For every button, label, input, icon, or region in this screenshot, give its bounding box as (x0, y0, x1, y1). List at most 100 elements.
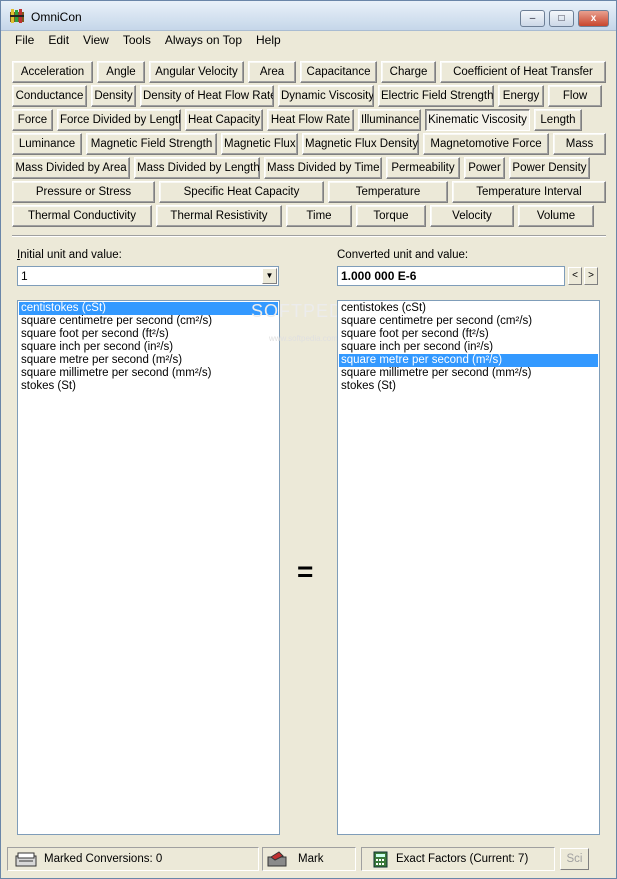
category-permeability-button[interactable]: Permeability (386, 157, 460, 179)
list-item[interactable]: stokes (St) (339, 380, 598, 393)
category-thermal-conductivity-button[interactable]: Thermal Conductivity (12, 205, 152, 227)
category-kinematic-viscosity-button[interactable]: Kinematic Viscosity (425, 109, 530, 131)
category-length-button[interactable]: Length (534, 109, 582, 131)
category-torque-button[interactable]: Torque (356, 205, 426, 227)
menu-bar: File Edit View Tools Always on Top Help (1, 31, 616, 49)
initial-value-combo[interactable]: 1 ▼ (17, 266, 279, 286)
category-coefficient-of-heat-transfer-button[interactable]: Coefficient of Heat Transfer (440, 61, 606, 83)
precision-increase-button[interactable]: > (584, 267, 598, 285)
category-temperature-interval-button[interactable]: Temperature Interval (452, 181, 606, 203)
mark-icon (267, 851, 287, 867)
precision-decrease-button[interactable]: < (568, 267, 582, 285)
category-heat-flow-rate-button[interactable]: Heat Flow Rate (267, 109, 354, 131)
marked-list-icon (15, 852, 37, 867)
list-item[interactable]: square centimetre per second (cm²/s) (19, 315, 278, 328)
menu-help[interactable]: Help (249, 31, 288, 49)
app-window: OmniCon – □ x File Edit View Tools Alway… (0, 0, 617, 879)
category-row: Pressure or Stress Specific Heat Capacit… (12, 181, 606, 203)
watermark-url: www.softpedia.com (269, 334, 338, 343)
list-item[interactable]: square inch per second (in²/s) (19, 341, 278, 354)
category-electric-field-strength-button[interactable]: Electric Field Strength (378, 85, 494, 107)
initial-label-text: nitial unit and value: (20, 249, 122, 261)
category-row: Acceleration Angle Angular Velocity Area… (12, 61, 606, 83)
equals-sign: = (297, 556, 314, 587)
category-row: Thermal Conductivity Thermal Resistivity… (12, 205, 594, 227)
list-item[interactable]: centistokes (cSt) (339, 302, 598, 315)
category-velocity-button[interactable]: Velocity (430, 205, 514, 227)
initial-unit-list[interactable]: centistokes (cSt) square centimetre per … (17, 300, 280, 835)
category-luminance-button[interactable]: Luminance (12, 133, 82, 155)
marked-conversions-pane[interactable]: Marked Conversions: 0 (7, 847, 259, 871)
category-density-of-heat-flow-rate-button[interactable]: Density of Heat Flow Rate (140, 85, 274, 107)
status-bar: Marked Conversions: 0 Mark Exact Factors… (1, 847, 616, 873)
category-temperature-button[interactable]: Temperature (328, 181, 448, 203)
category-heat-capacity-button[interactable]: Heat Capacity (185, 109, 263, 131)
menu-edit[interactable]: Edit (41, 31, 76, 49)
list-item[interactable]: square foot per second (ft²/s) (19, 328, 278, 341)
menu-always-on-top[interactable]: Always on Top (158, 31, 249, 49)
category-conductance-button[interactable]: Conductance (12, 85, 87, 107)
separator (12, 235, 606, 237)
category-power-density-button[interactable]: Power Density (509, 157, 590, 179)
menu-tools[interactable]: Tools (116, 31, 158, 49)
combo-dropdown-arrow-icon[interactable]: ▼ (262, 268, 277, 284)
category-specific-heat-capacity-button[interactable]: Specific Heat Capacity (159, 181, 324, 203)
category-mass-divided-by-length-button[interactable]: Mass Divided by Length (134, 157, 260, 179)
category-mass-divided-by-time-button[interactable]: Mass Divided by Time (264, 157, 382, 179)
list-item[interactable]: square millimetre per second (mm²/s) (19, 367, 278, 380)
minimize-button[interactable]: – (520, 10, 545, 27)
category-volume-button[interactable]: Volume (518, 205, 594, 227)
list-item[interactable]: centistokes (cSt) (19, 302, 278, 315)
list-item[interactable]: square foot per second (ft²/s) (339, 328, 598, 341)
initial-value-text[interactable]: 1 (21, 269, 28, 283)
list-item[interactable]: square millimetre per second (mm²/s) (339, 367, 598, 380)
category-charge-button[interactable]: Charge (381, 61, 436, 83)
category-force-divided-by-length-button[interactable]: Force Divided by Length (57, 109, 181, 131)
category-force-button[interactable]: Force (12, 109, 53, 131)
converted-unit-list[interactable]: centistokes (cSt) square centimetre per … (337, 300, 600, 835)
category-magnetic-flux-button[interactable]: Magnetic Flux (221, 133, 298, 155)
category-row: Force Force Divided by Length Heat Capac… (12, 109, 582, 131)
category-dynamic-viscosity-button[interactable]: Dynamic Viscosity (278, 85, 374, 107)
category-row: Luminance Magnetic Field Strength Magnet… (12, 133, 606, 155)
window-title: OmniCon (31, 10, 82, 24)
list-item[interactable]: square metre per second (m²/s) (339, 354, 598, 367)
calculator-icon (373, 851, 388, 868)
category-acceleration-button[interactable]: Acceleration (12, 61, 93, 83)
category-thermal-resistivity-button[interactable]: Thermal Resistivity (156, 205, 282, 227)
list-item[interactable]: square metre per second (m²/s) (19, 354, 278, 367)
category-magnetomotive-force-button[interactable]: Magnetomotive Force (423, 133, 549, 155)
list-item[interactable]: square inch per second (in²/s) (339, 341, 598, 354)
category-capacitance-button[interactable]: Capacitance (300, 61, 377, 83)
close-button[interactable]: x (578, 10, 609, 27)
title-bar[interactable]: OmniCon – □ x (1, 1, 616, 31)
category-pressure-or-stress-button[interactable]: Pressure or Stress (12, 181, 155, 203)
category-flow-button[interactable]: Flow (548, 85, 602, 107)
maximize-button[interactable]: □ (549, 10, 574, 27)
category-row: Conductance Density Density of Heat Flow… (12, 85, 602, 107)
menu-file[interactable]: File (1, 31, 41, 49)
menu-view[interactable]: View (76, 31, 116, 49)
category-density-button[interactable]: Density (91, 85, 136, 107)
category-mass-divided-by-area-button[interactable]: Mass Divided by Area (12, 157, 130, 179)
list-item[interactable]: stokes (St) (19, 380, 278, 393)
category-magnetic-field-strength-button[interactable]: Magnetic Field Strength (86, 133, 217, 155)
exact-factors-text: Exact Factors (Current: 7) (396, 853, 529, 865)
category-energy-button[interactable]: Energy (498, 85, 544, 107)
converted-value-field[interactable]: 1.000 000 E-6 (337, 266, 565, 286)
initial-unit-label: Initial unit and value: (17, 249, 122, 261)
mark-button[interactable]: Mark (262, 847, 356, 871)
category-time-button[interactable]: Time (286, 205, 352, 227)
marked-conversions-text: Marked Conversions: 0 (44, 853, 163, 865)
category-power-button[interactable]: Power (464, 157, 505, 179)
category-area-button[interactable]: Area (248, 61, 296, 83)
category-magnetic-flux-density-button[interactable]: Magnetic Flux Density (302, 133, 419, 155)
category-mass-button[interactable]: Mass (553, 133, 606, 155)
category-illuminance-button[interactable]: Illuminance (358, 109, 421, 131)
sci-button[interactable]: Sci (560, 848, 589, 870)
category-angular-velocity-button[interactable]: Angular Velocity (149, 61, 244, 83)
mark-label: Mark (298, 853, 324, 865)
list-item[interactable]: square centimetre per second (cm²/s) (339, 315, 598, 328)
category-angle-button[interactable]: Angle (97, 61, 145, 83)
exact-factors-pane[interactable]: Exact Factors (Current: 7) (361, 847, 555, 871)
